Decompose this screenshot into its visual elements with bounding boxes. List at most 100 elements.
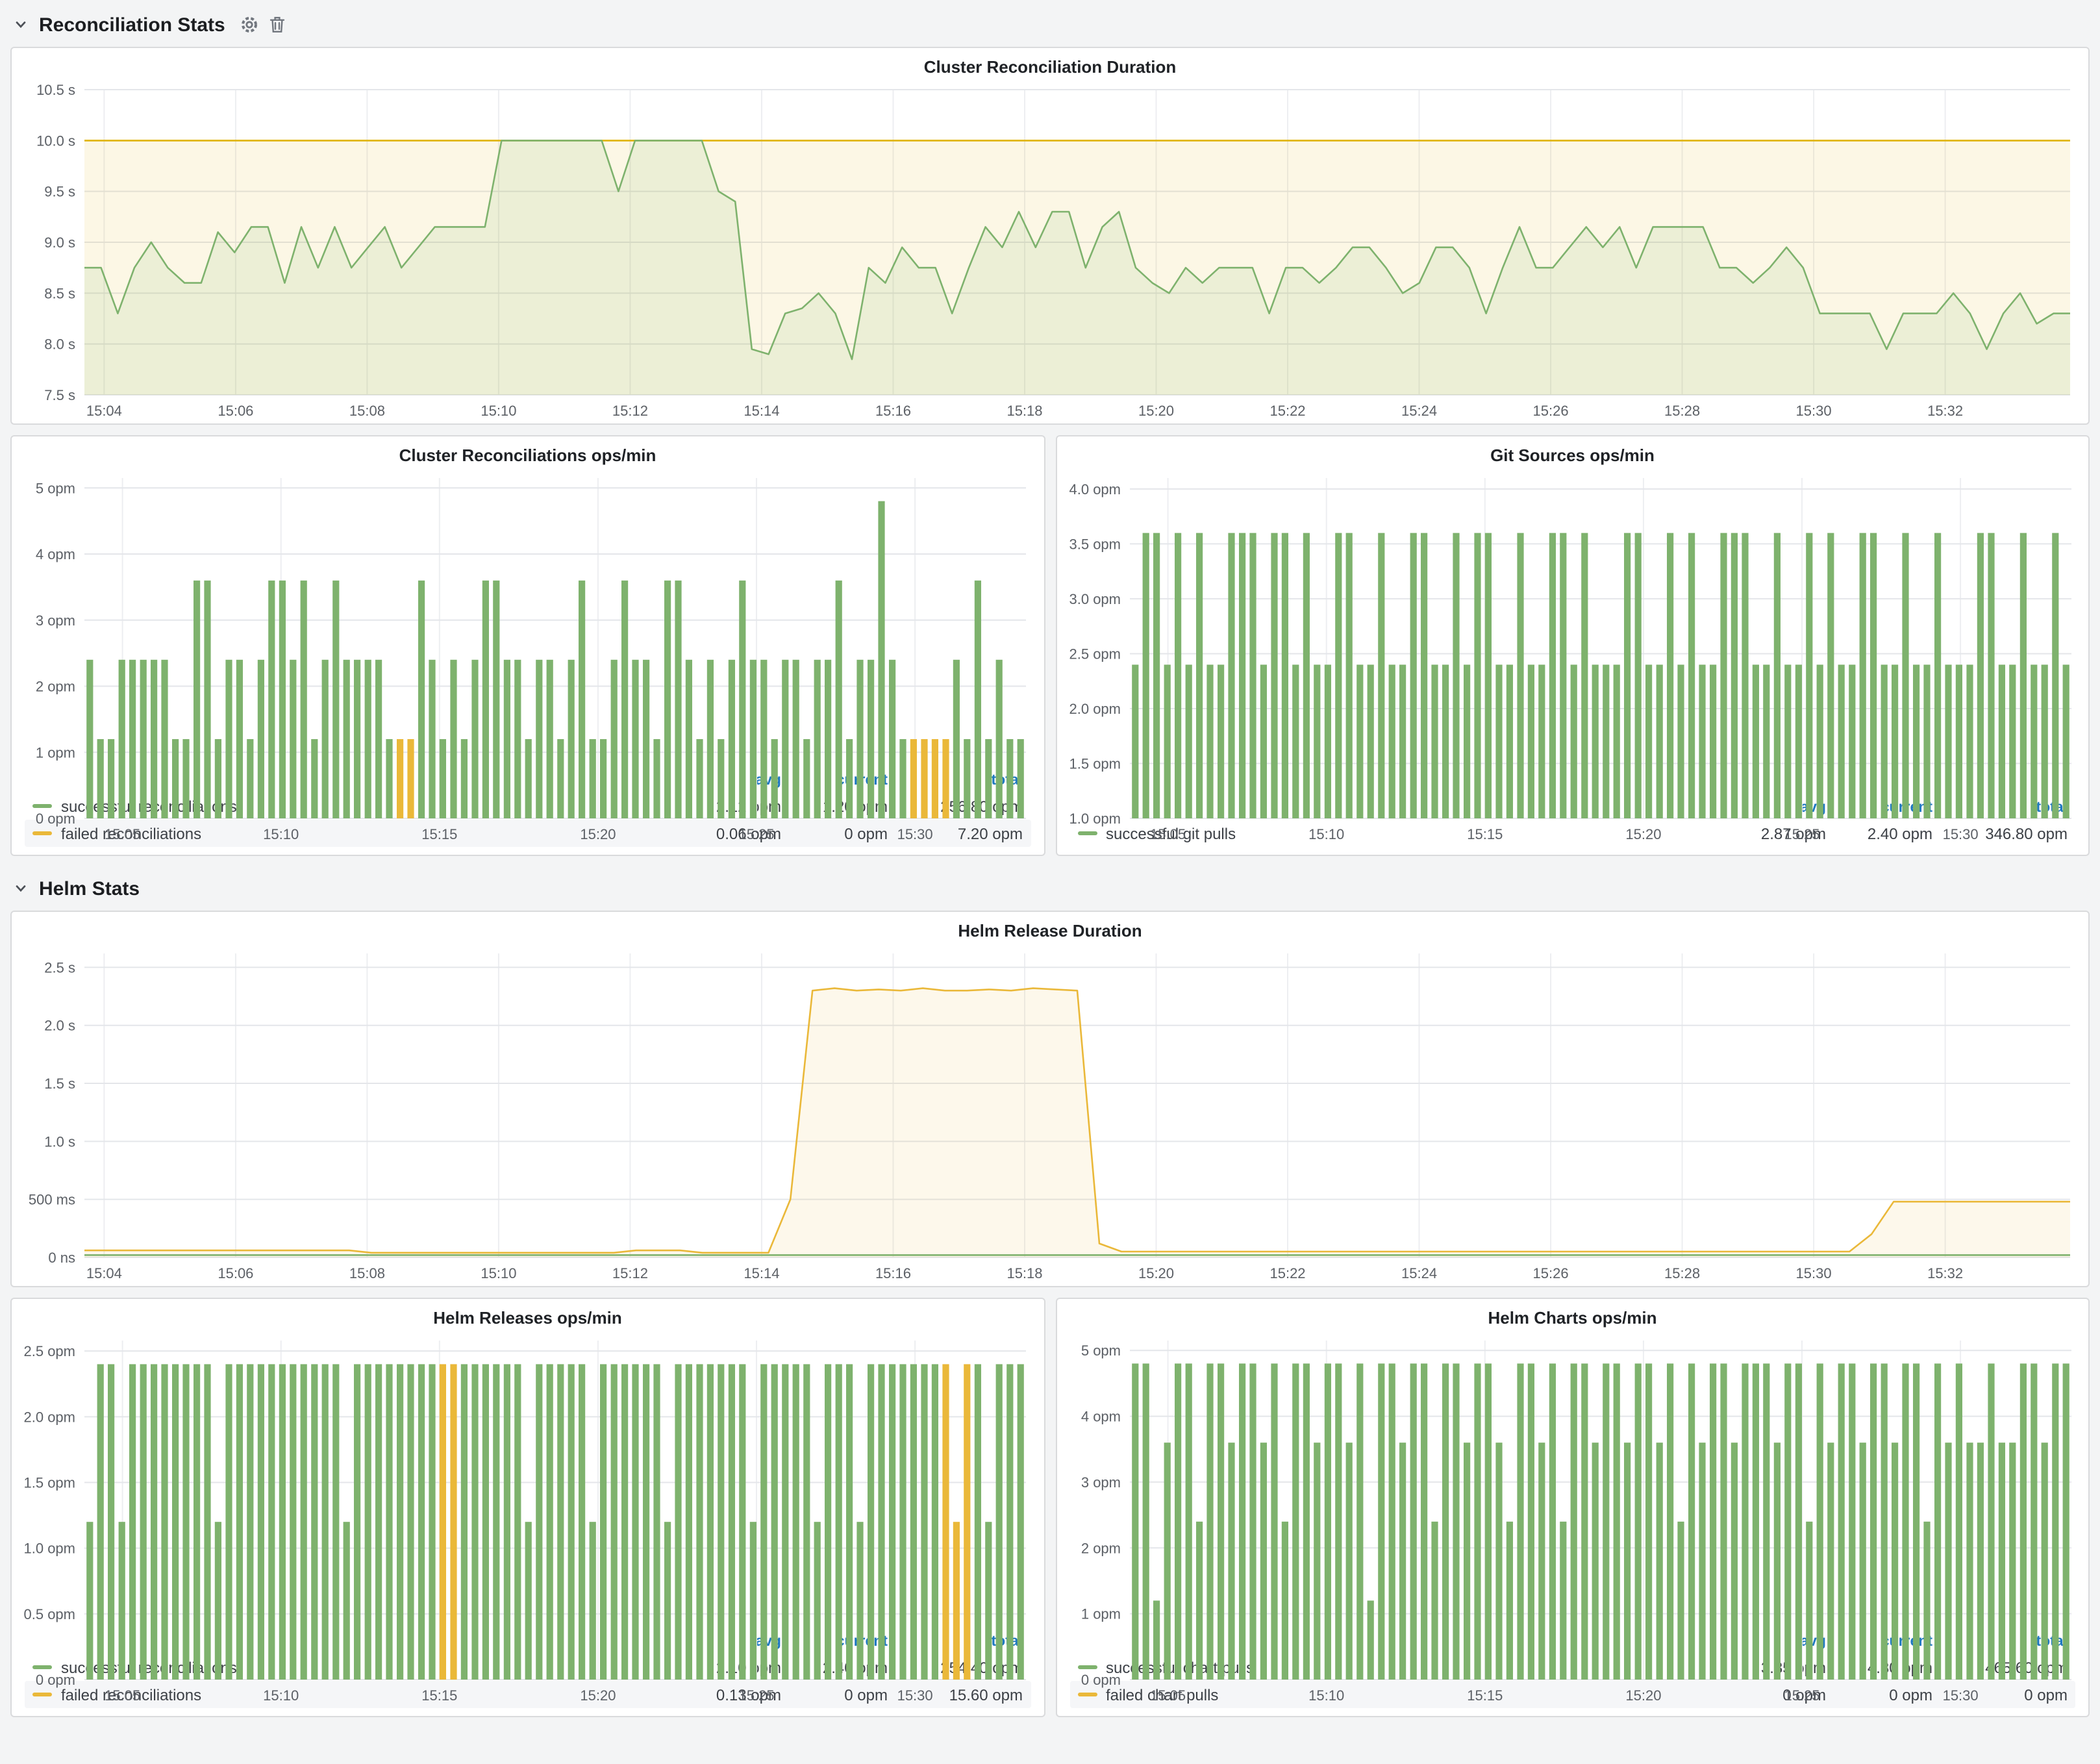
x-tick-label: 15:28 [1664, 1265, 1700, 1281]
chart-canvas[interactable]: 0 ns500 ms1.0 s1.5 s2.0 s2.5 s15:0415:06… [12, 943, 2088, 1286]
gear-icon[interactable] [241, 16, 259, 34]
panel-cluster-reconciliation-duration: Cluster Reconciliation Duration 7.5 s8.0… [10, 47, 2090, 425]
x-tick-label: 15:30 [1942, 826, 1978, 842]
x-tick-label: 15:30 [1942, 1687, 1978, 1704]
x-tick-label: 15:25 [738, 1687, 774, 1704]
y-tick-label: 1.5 opm [1069, 755, 1121, 772]
x-tick-label: 15:14 [744, 1265, 779, 1281]
trash-icon[interactable] [269, 16, 286, 34]
y-tick-label: 3 opm [1081, 1474, 1120, 1491]
x-tick-label: 15:15 [1466, 1687, 1502, 1704]
y-tick-label: 2.0 opm [1069, 701, 1121, 717]
x-tick-label: 15:10 [263, 1687, 299, 1704]
helm-charts-ops-chart[interactable]: 0 opm1 opm2 opm3 opm4 opm5 opm15:0515:10… [1056, 1330, 2088, 1630]
x-tick-label: 15:10 [263, 826, 299, 842]
x-tick-label: 15:30 [1796, 1265, 1832, 1281]
cluster-reconciliations-ops-chart[interactable]: 0 opm1 opm2 opm3 opm4 opm5 opm15:0515:10… [12, 468, 1044, 769]
x-tick-label: 15:05 [105, 826, 140, 842]
x-tick-label: 15:18 [1006, 403, 1042, 419]
x-tick-label: 15:26 [1533, 1265, 1569, 1281]
x-tick-label: 15:30 [897, 1687, 933, 1704]
y-tick-label: 1 opm [36, 744, 75, 761]
x-tick-label: 15:24 [1401, 1265, 1437, 1281]
x-tick-label: 15:18 [1006, 1265, 1042, 1281]
y-tick-label: 3 opm [36, 612, 75, 629]
y-tick-label: 0 opm [1081, 1672, 1120, 1688]
x-tick-label: 15:30 [1796, 403, 1832, 419]
x-tick-label: 15:14 [744, 403, 779, 419]
x-tick-label: 15:32 [1927, 403, 1963, 419]
y-tick-label: 1.0 opm [1069, 811, 1121, 827]
x-tick-label: 15:20 [580, 826, 616, 842]
panel-title[interactable]: Helm Release Duration [12, 912, 2088, 943]
panel-title[interactable]: Helm Charts ops/min [1056, 1299, 2088, 1330]
x-tick-label: 15:22 [1269, 1265, 1305, 1281]
x-tick-label: 15:10 [1308, 826, 1344, 842]
git-sources-ops-chart[interactable]: 1.0 opm1.5 opm2.0 opm2.5 opm3.0 opm3.5 o… [1056, 468, 2088, 796]
y-tick-label: 8.0 s [44, 336, 75, 353]
x-tick-label: 15:06 [218, 1265, 253, 1281]
helm-release-duration-chart[interactable]: 0 ns500 ms1.0 s1.5 s2.0 s2.5 s15:0415:06… [12, 943, 2088, 1286]
chevron-down-icon[interactable] [13, 17, 29, 32]
chart-canvas[interactable]: 0 opm1 opm2 opm3 opm4 opm5 opm15:0515:10… [1056, 1330, 2089, 1708]
x-tick-label: 15:12 [612, 1265, 648, 1281]
panel-helm-release-duration: Helm Release Duration 0 ns500 ms1.0 s1.5… [10, 911, 2090, 1287]
y-tick-label: 1.5 opm [24, 1475, 76, 1491]
panel-row-helm-ops: Helm Releases ops/min 0 opm0.5 opm1.0 op… [10, 1298, 2090, 1717]
x-tick-label: 15:04 [86, 403, 122, 419]
panel-title[interactable]: Cluster Reconciliation Duration [12, 48, 2088, 79]
x-tick-label: 15:20 [1625, 1687, 1660, 1704]
y-tick-label: 1 opm [1081, 1606, 1120, 1622]
x-tick-label: 15:10 [1308, 1687, 1344, 1704]
x-tick-label: 15:24 [1401, 403, 1437, 419]
x-tick-label: 15:15 [1466, 826, 1502, 842]
x-tick-label: 15:10 [481, 403, 516, 419]
y-tick-label: 2 opm [1081, 1540, 1120, 1556]
y-tick-label: 4.0 opm [1069, 481, 1121, 498]
y-tick-label: 0 ns [48, 1250, 75, 1266]
y-tick-label: 4 opm [36, 546, 75, 562]
chart-canvas[interactable]: 1.0 opm1.5 opm2.0 opm2.5 opm3.0 opm3.5 o… [1056, 468, 2089, 847]
x-tick-label: 15:20 [1138, 403, 1174, 419]
helm-releases-ops-chart[interactable]: 0 opm0.5 opm1.0 opm1.5 opm2.0 opm2.5 opm… [12, 1330, 1044, 1630]
dashboard: Reconciliation Stats Cluster Reconciliat… [0, 0, 2100, 1764]
y-tick-label: 10.5 s [36, 82, 75, 98]
y-tick-label: 5 opm [1081, 1342, 1120, 1359]
x-tick-label: 15:05 [105, 1687, 140, 1704]
x-tick-label: 15:25 [738, 826, 774, 842]
panel-row-reconciliation-ops: Cluster Reconciliations ops/min 0 opm1 o… [10, 435, 2090, 856]
y-tick-label: 2.5 opm [24, 1343, 76, 1359]
x-tick-label: 15:12 [612, 403, 648, 419]
dashboard-page: Reconciliation Stats Cluster Reconciliat… [0, 0, 2100, 1725]
row-title-helm-stats[interactable]: Helm Stats [39, 877, 140, 900]
x-tick-label: 15:08 [349, 403, 385, 419]
y-tick-label: 1.0 s [44, 1133, 75, 1150]
y-tick-label: 0 opm [36, 1672, 75, 1688]
y-tick-label: 9.0 s [44, 234, 75, 251]
panel-title[interactable]: Git Sources ops/min [1056, 436, 2088, 468]
y-tick-label: 5 opm [36, 480, 75, 496]
row-title-reconciliation-stats[interactable]: Reconciliation Stats [39, 14, 225, 36]
panel-title[interactable]: Helm Releases ops/min [12, 1299, 1044, 1330]
chart-canvas[interactable]: 0 opm1 opm2 opm3 opm4 opm5 opm15:0515:10… [12, 468, 1044, 847]
y-tick-label: 1.0 opm [24, 1541, 76, 1557]
cluster-reconciliation-duration-chart[interactable]: 7.5 s8.0 s8.5 s9.0 s9.5 s10.0 s10.5 s15:… [12, 79, 2088, 423]
panel-helm-charts-ops: Helm Charts ops/min 0 opm 1 opm 2 opm 3 opm… [1055, 1298, 2090, 1717]
chart-canvas[interactable]: 0 opm0.5 opm1.0 opm1.5 opm2.0 opm2.5 opm… [12, 1330, 1044, 1708]
x-tick-label: 15:15 [421, 1687, 457, 1704]
y-tick-label: 3.5 opm [1069, 536, 1121, 552]
panel-title[interactable]: Cluster Reconciliations ops/min [12, 436, 1044, 468]
chevron-down-icon[interactable] [13, 881, 29, 896]
y-tick-label: 2.5 opm [1069, 646, 1121, 662]
x-tick-label: 15:30 [897, 826, 933, 842]
x-tick-label: 15:15 [421, 826, 457, 842]
x-tick-label: 15:08 [349, 1265, 385, 1281]
x-tick-label: 15:04 [86, 1265, 122, 1281]
x-tick-label: 15:25 [1783, 1687, 1819, 1704]
y-tick-label: 2 opm [36, 679, 75, 695]
chart-canvas[interactable]: 7.5 s8.0 s8.5 s9.0 s9.5 s10.0 s10.5 s15:… [12, 79, 2088, 423]
y-tick-label: 2.5 s [44, 959, 75, 976]
y-tick-label: 10.0 s [36, 132, 75, 149]
x-tick-label: 15:20 [1625, 826, 1660, 842]
x-tick-label: 15:05 [1149, 826, 1185, 842]
